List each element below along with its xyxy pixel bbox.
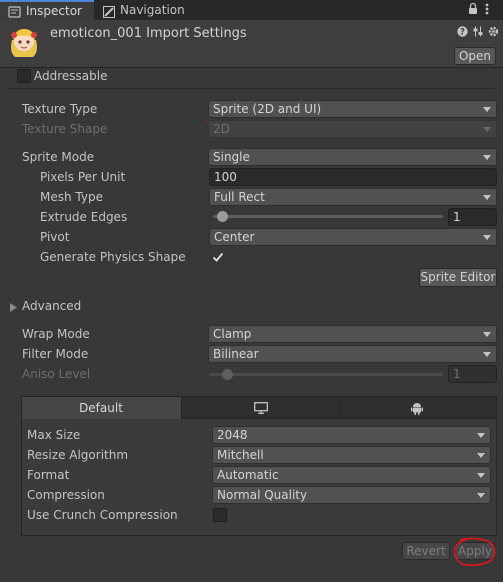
format-dropdown[interactable]: Automatic bbox=[212, 466, 491, 484]
extrude-edges-slider[interactable] bbox=[213, 215, 443, 218]
compression-label: Compression bbox=[27, 488, 105, 502]
platform-tab-default[interactable]: Default bbox=[22, 397, 182, 419]
generate-physics-label: Generate Physics Shape bbox=[40, 250, 186, 264]
texture-shape-label: Texture Shape bbox=[22, 122, 108, 136]
platform-tab-android[interactable] bbox=[340, 397, 496, 419]
dropdown-arrow-icon bbox=[483, 127, 491, 132]
extrude-edges-label: Extrude Edges bbox=[40, 210, 128, 224]
wrap-mode-dropdown[interactable]: Clamp bbox=[208, 325, 497, 343]
import-settings-header: emoticon_001 Import Settings ? Open bbox=[0, 20, 503, 68]
texture-shape-dropdown: 2D bbox=[208, 120, 497, 138]
max-size-value: 2048 bbox=[217, 428, 248, 442]
preset-icon[interactable] bbox=[473, 26, 483, 40]
compression-dropdown[interactable]: Normal Quality bbox=[212, 486, 491, 504]
platform-tab-default-label: Default bbox=[79, 401, 123, 415]
revert-button[interactable]: Revert bbox=[402, 542, 450, 560]
resize-algorithm-dropdown[interactable]: Mitchell bbox=[212, 446, 491, 464]
max-size-dropdown[interactable]: 2048 bbox=[212, 426, 491, 444]
platform-tab-standalone[interactable] bbox=[182, 397, 340, 419]
extrude-edges-field[interactable]: 1 bbox=[448, 208, 497, 226]
dropdown-arrow-icon bbox=[477, 453, 485, 458]
dropdown-arrow-icon bbox=[483, 332, 491, 337]
aniso-level-label: Aniso Level bbox=[22, 367, 91, 381]
svg-text:?: ? bbox=[460, 28, 465, 37]
sprite-editor-button[interactable]: Sprite Editor bbox=[419, 268, 497, 287]
advanced-foldout[interactable]: Advanced bbox=[22, 298, 81, 314]
red-circle-annotation bbox=[453, 537, 496, 567]
pivot-label: Pivot bbox=[40, 230, 70, 244]
wrap-mode-value: Clamp bbox=[213, 327, 252, 341]
addressable-checkbox[interactable] bbox=[17, 69, 31, 83]
generate-physics-checkbox[interactable] bbox=[211, 250, 225, 264]
android-icon bbox=[411, 402, 423, 418]
mesh-type-value: Full Rect bbox=[214, 190, 265, 204]
texture-type-label: Texture Type bbox=[22, 102, 98, 116]
texture-type-value: Sprite (2D and UI) bbox=[213, 102, 322, 116]
dropdown-arrow-icon bbox=[483, 352, 491, 357]
format-label: Format bbox=[27, 468, 70, 482]
open-button[interactable]: Open bbox=[454, 47, 496, 65]
monitor-icon bbox=[254, 402, 268, 417]
max-size-label: Max Size bbox=[27, 428, 81, 442]
help-icon[interactable]: ? bbox=[457, 26, 468, 40]
dropdown-arrow-icon bbox=[477, 473, 485, 478]
checkmark-icon bbox=[212, 252, 224, 262]
mesh-type-dropdown[interactable]: Full Rect bbox=[209, 188, 497, 206]
tab-inspector-label: Inspector bbox=[26, 4, 82, 18]
filter-mode-dropdown[interactable]: Bilinear bbox=[208, 345, 497, 363]
aniso-level-slider bbox=[209, 373, 443, 376]
pixels-per-unit-label: Pixels Per Unit bbox=[40, 170, 126, 184]
sprite-mode-dropdown[interactable]: Single bbox=[208, 148, 497, 166]
pivot-value: Center bbox=[214, 230, 255, 244]
divider bbox=[8, 88, 495, 89]
filter-mode-label: Filter Mode bbox=[22, 347, 89, 361]
tab-inspector[interactable]: Inspector bbox=[0, 0, 94, 20]
addressable-label: Addressable bbox=[34, 69, 108, 83]
asset-thumbnail bbox=[7, 26, 41, 63]
aniso-level-slider-handle bbox=[222, 369, 233, 380]
settings-icon[interactable] bbox=[488, 26, 499, 40]
tab-navigation-label: Navigation bbox=[120, 3, 185, 17]
extrude-edges-slider-handle[interactable] bbox=[217, 211, 228, 222]
dropdown-arrow-icon bbox=[477, 493, 485, 498]
format-value: Automatic bbox=[217, 468, 279, 482]
dropdown-arrow-icon bbox=[483, 107, 491, 112]
tab-bar: Inspector Navigation bbox=[0, 0, 503, 20]
menu-icon[interactable] bbox=[485, 2, 489, 19]
dropdown-arrow-icon bbox=[483, 235, 491, 240]
pixels-per-unit-field[interactable]: 100 bbox=[209, 168, 497, 186]
lock-icon[interactable] bbox=[468, 2, 478, 18]
pivot-dropdown[interactable]: Center bbox=[209, 228, 497, 246]
resize-algorithm-label: Resize Algorithm bbox=[27, 448, 129, 462]
texture-shape-value: 2D bbox=[213, 122, 230, 136]
dropdown-arrow-icon bbox=[483, 155, 491, 160]
crunch-compression-label: Use Crunch Compression bbox=[27, 508, 178, 522]
wrap-mode-label: Wrap Mode bbox=[22, 327, 90, 341]
tab-navigation[interactable]: Navigation bbox=[102, 0, 212, 20]
mesh-type-label: Mesh Type bbox=[40, 190, 103, 204]
foldout-arrow-icon[interactable] bbox=[10, 301, 17, 315]
dropdown-arrow-icon bbox=[483, 195, 491, 200]
sprite-mode-label: Sprite Mode bbox=[22, 150, 95, 164]
aniso-level-field: 1 bbox=[448, 365, 497, 383]
compression-value: Normal Quality bbox=[217, 488, 308, 502]
filter-mode-value: Bilinear bbox=[213, 347, 259, 361]
dropdown-arrow-icon bbox=[477, 433, 485, 438]
crunch-compression-checkbox[interactable] bbox=[213, 508, 227, 522]
resize-algorithm-value: Mitchell bbox=[217, 448, 264, 462]
page-title: emoticon_001 Import Settings bbox=[50, 26, 247, 41]
sprite-mode-value: Single bbox=[213, 150, 250, 164]
